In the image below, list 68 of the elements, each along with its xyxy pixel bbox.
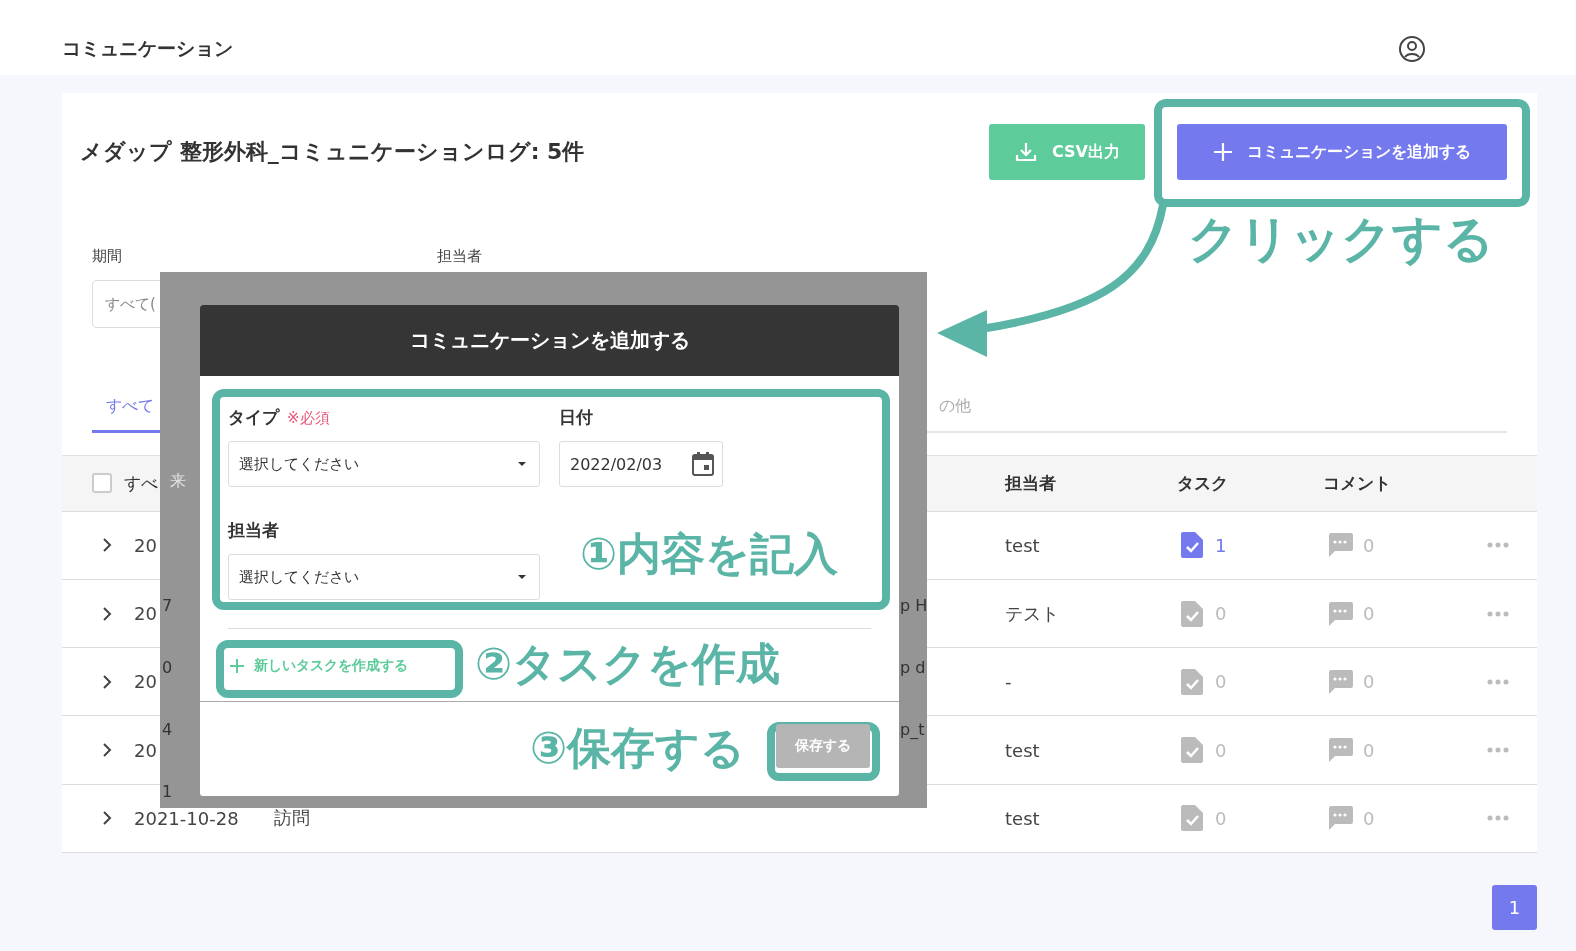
plus-icon — [1213, 142, 1233, 162]
click-annotation: クリックする — [1188, 212, 1494, 267]
date-cell: 20 — [134, 534, 157, 556]
date-cell: 20 — [134, 671, 157, 693]
task-count: 0 — [1215, 807, 1227, 829]
date-label: 日付 — [559, 406, 594, 429]
type-label: タイプ ※必須 — [228, 406, 331, 429]
user-icon[interactable] — [1398, 34, 1426, 63]
log-title: メダップ 整形外科_コミュニケーションログ: 5件 — [80, 138, 586, 166]
date-cell: 20 — [134, 603, 157, 625]
column-header: 担当者 — [1005, 471, 1057, 495]
select-all-checkbox[interactable] — [92, 473, 112, 494]
plus-icon — [230, 659, 244, 673]
caret-icon — [517, 574, 527, 580]
table-text-fragment: 4 — [162, 720, 173, 739]
table-text-fragment: 7 — [162, 596, 173, 615]
type-cell: 訪問 — [274, 807, 310, 829]
filter-label: 期間 — [92, 247, 123, 266]
comment-count: 0 — [1363, 671, 1375, 693]
task-count: 0 — [1215, 739, 1227, 761]
comment-count: 0 — [1363, 807, 1375, 829]
comment-count: 0 — [1363, 739, 1375, 761]
page-button[interactable]: 1 — [1492, 885, 1537, 930]
dialog-title: コミュニケーションを追加する — [200, 305, 899, 376]
calendar-icon — [692, 452, 714, 476]
task-count: 0 — [1215, 671, 1227, 693]
chevron-right-icon[interactable] — [102, 810, 112, 827]
date-cell: 20 — [134, 739, 157, 761]
comment-icon — [1327, 669, 1353, 694]
task-count: 0 — [1215, 603, 1227, 625]
new-task-button[interactable]: 新しいタスクを作成する — [230, 657, 408, 675]
comment-icon — [1327, 533, 1353, 558]
assignee-cell-text: test — [1005, 534, 1041, 556]
assignee-cell-text: テスト — [1005, 601, 1060, 626]
type-select[interactable]: 選択してください — [228, 441, 540, 487]
page-title: コミュニケーション — [62, 35, 233, 61]
add-communication-button[interactable]: コミュニケーションを追加する — [1177, 124, 1507, 180]
task-count: 1 — [1215, 534, 1227, 556]
table-text-fragment: 来 — [170, 471, 186, 492]
table-text-fragment: 0 — [162, 658, 173, 677]
date-cell: 2021-10-28 — [134, 807, 239, 829]
csv-export-button[interactable]: CSV出力 — [989, 124, 1145, 180]
chevron-right-icon[interactable] — [102, 742, 112, 759]
assignee-label: 担当者 — [228, 519, 280, 542]
table-text-fragment: p_t — [900, 720, 925, 739]
table-text-fragment: p H — [900, 596, 927, 615]
column-header: コメント — [1323, 471, 1391, 495]
comment-icon — [1327, 806, 1353, 831]
comment-icon — [1327, 601, 1353, 626]
column-header: すべ — [124, 471, 158, 495]
chevron-right-icon[interactable] — [102, 537, 112, 554]
assignee-cell-text: test — [1005, 807, 1041, 829]
caret-icon — [517, 461, 527, 467]
filter-tab[interactable]: の他 — [925, 396, 977, 434]
comment-count: 0 — [1363, 603, 1375, 625]
chevron-right-icon[interactable] — [102, 605, 112, 622]
table-text-fragment: p d — [900, 658, 926, 677]
table-text-fragment: 1 — [162, 782, 173, 801]
date-field[interactable]: 2022/02/03 — [559, 441, 723, 487]
comment-count: 0 — [1363, 534, 1375, 556]
filter-label: 担当者 — [437, 247, 483, 266]
download-icon — [1014, 140, 1038, 164]
chevron-right-icon[interactable] — [102, 673, 112, 690]
assignee-cell-text: - — [1005, 671, 1013, 693]
assignee-select[interactable]: 選択してください — [228, 554, 540, 600]
column-header: タスク — [1177, 471, 1229, 495]
comment-icon — [1327, 738, 1353, 763]
assignee-cell-text: test — [1005, 739, 1041, 761]
